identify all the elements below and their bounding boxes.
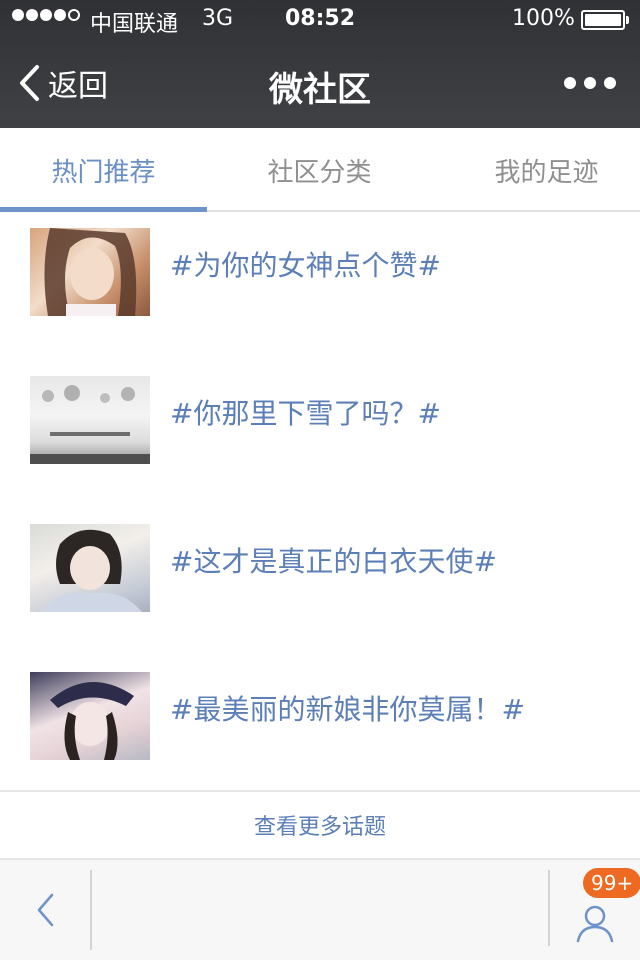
topic-title: #为你的女神点个赞#	[170, 249, 441, 282]
header: 中国联通 3G 08:52 100% 返回 微社区	[0, 0, 640, 128]
topic-item[interactable]: #这才是真正的白衣天使#	[0, 524, 640, 624]
topic-item[interactable]: #为你的女神点个赞#	[0, 228, 640, 328]
topic-title: #最美丽的新娘非你莫属！#	[170, 693, 525, 726]
tab-community-categories[interactable]: 社区分类	[216, 128, 423, 212]
topic-title: #这才是真正的白衣天使#	[170, 545, 497, 578]
topic-thumbnail	[30, 376, 150, 464]
tab-my-footprints[interactable]: 我的足迹	[443, 128, 640, 212]
topic-thumbnail	[30, 672, 150, 760]
more-dots-icon	[564, 77, 576, 89]
topic-thumbnail	[30, 524, 150, 612]
active-tab-indicator	[0, 207, 207, 212]
tab-bar: 热门推荐 社区分类 我的足迹	[0, 128, 640, 212]
battery-percentage: 100%	[512, 6, 575, 31]
page-title: 微社区	[269, 70, 371, 110]
topic-thumbnail	[30, 228, 150, 316]
nav-bar: 返回 微社区	[0, 40, 640, 128]
view-more-topics-button[interactable]: 查看更多话题	[0, 790, 640, 860]
notification-badge: 99+	[583, 868, 640, 898]
topic-item[interactable]: #最美丽的新娘非你莫属！#	[0, 672, 640, 772]
battery-icon	[581, 10, 625, 30]
topic-title: #你那里下雪了吗？#	[170, 397, 441, 430]
topic-item[interactable]: #你那里下雪了吗？#	[0, 376, 640, 476]
battery-tip	[626, 16, 629, 24]
more-options-button[interactable]	[560, 68, 620, 98]
bottom-toolbar: 99+	[0, 860, 640, 960]
toolbar-back-button[interactable]	[0, 860, 90, 960]
status-bar: 中国联通 3G 08:52 100%	[0, 0, 640, 40]
toolbar-divider	[90, 870, 92, 950]
user-icon	[576, 905, 614, 943]
tab-hot-recommend[interactable]: 热门推荐	[0, 128, 207, 212]
chevron-left-icon	[37, 893, 54, 927]
